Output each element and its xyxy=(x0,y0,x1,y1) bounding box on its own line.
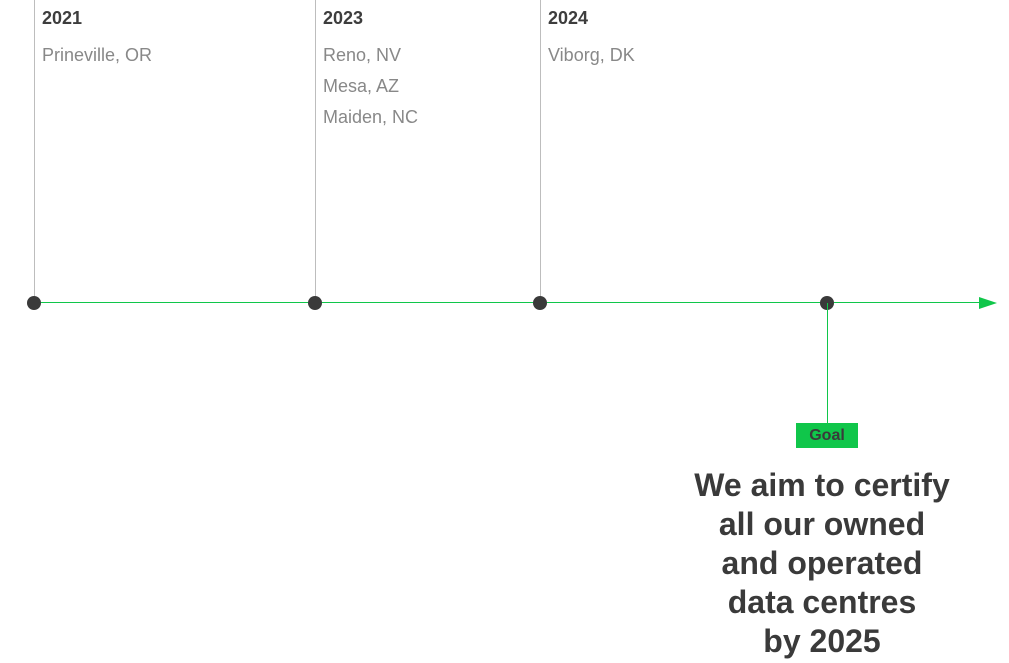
milestone-location: Mesa, AZ xyxy=(323,76,400,96)
milestone-divider xyxy=(540,0,541,302)
timeline-axis xyxy=(34,302,984,303)
goal-statement-line: data centres xyxy=(727,584,917,620)
milestone-divider xyxy=(315,0,316,302)
milestone-year: 2024 xyxy=(548,8,589,28)
goal-statement: We aim to certify all our owned and oper… xyxy=(657,466,987,661)
milestone-dot xyxy=(27,296,41,310)
goal-statement-line: all our owned xyxy=(718,506,926,542)
goal-statement-line: and operated xyxy=(721,545,923,581)
goal-statement-line: We aim to certify xyxy=(694,467,950,503)
milestone-location-list: Reno, NV Mesa, AZ Maiden, NC xyxy=(323,40,418,133)
milestone-location-list: Viborg, DK xyxy=(548,40,635,71)
milestone-location: Reno, NV xyxy=(323,45,402,65)
milestone-location: Prineville, OR xyxy=(42,45,153,65)
milestone-divider xyxy=(34,0,35,302)
timeline-arrow-icon xyxy=(979,297,997,309)
milestone-dot xyxy=(533,296,547,310)
milestone-dot xyxy=(308,296,322,310)
milestone-location-list: Prineville, OR xyxy=(42,40,152,71)
goal-statement-line: by 2025 xyxy=(763,623,881,659)
milestone-location: Viborg, DK xyxy=(548,45,635,65)
goal-connector xyxy=(827,303,828,424)
milestone-year: 2021 xyxy=(42,8,83,28)
milestone-year: 2023 xyxy=(323,8,364,28)
goal-badge: Goal xyxy=(796,423,858,448)
milestone-location: Maiden, NC xyxy=(323,107,419,127)
